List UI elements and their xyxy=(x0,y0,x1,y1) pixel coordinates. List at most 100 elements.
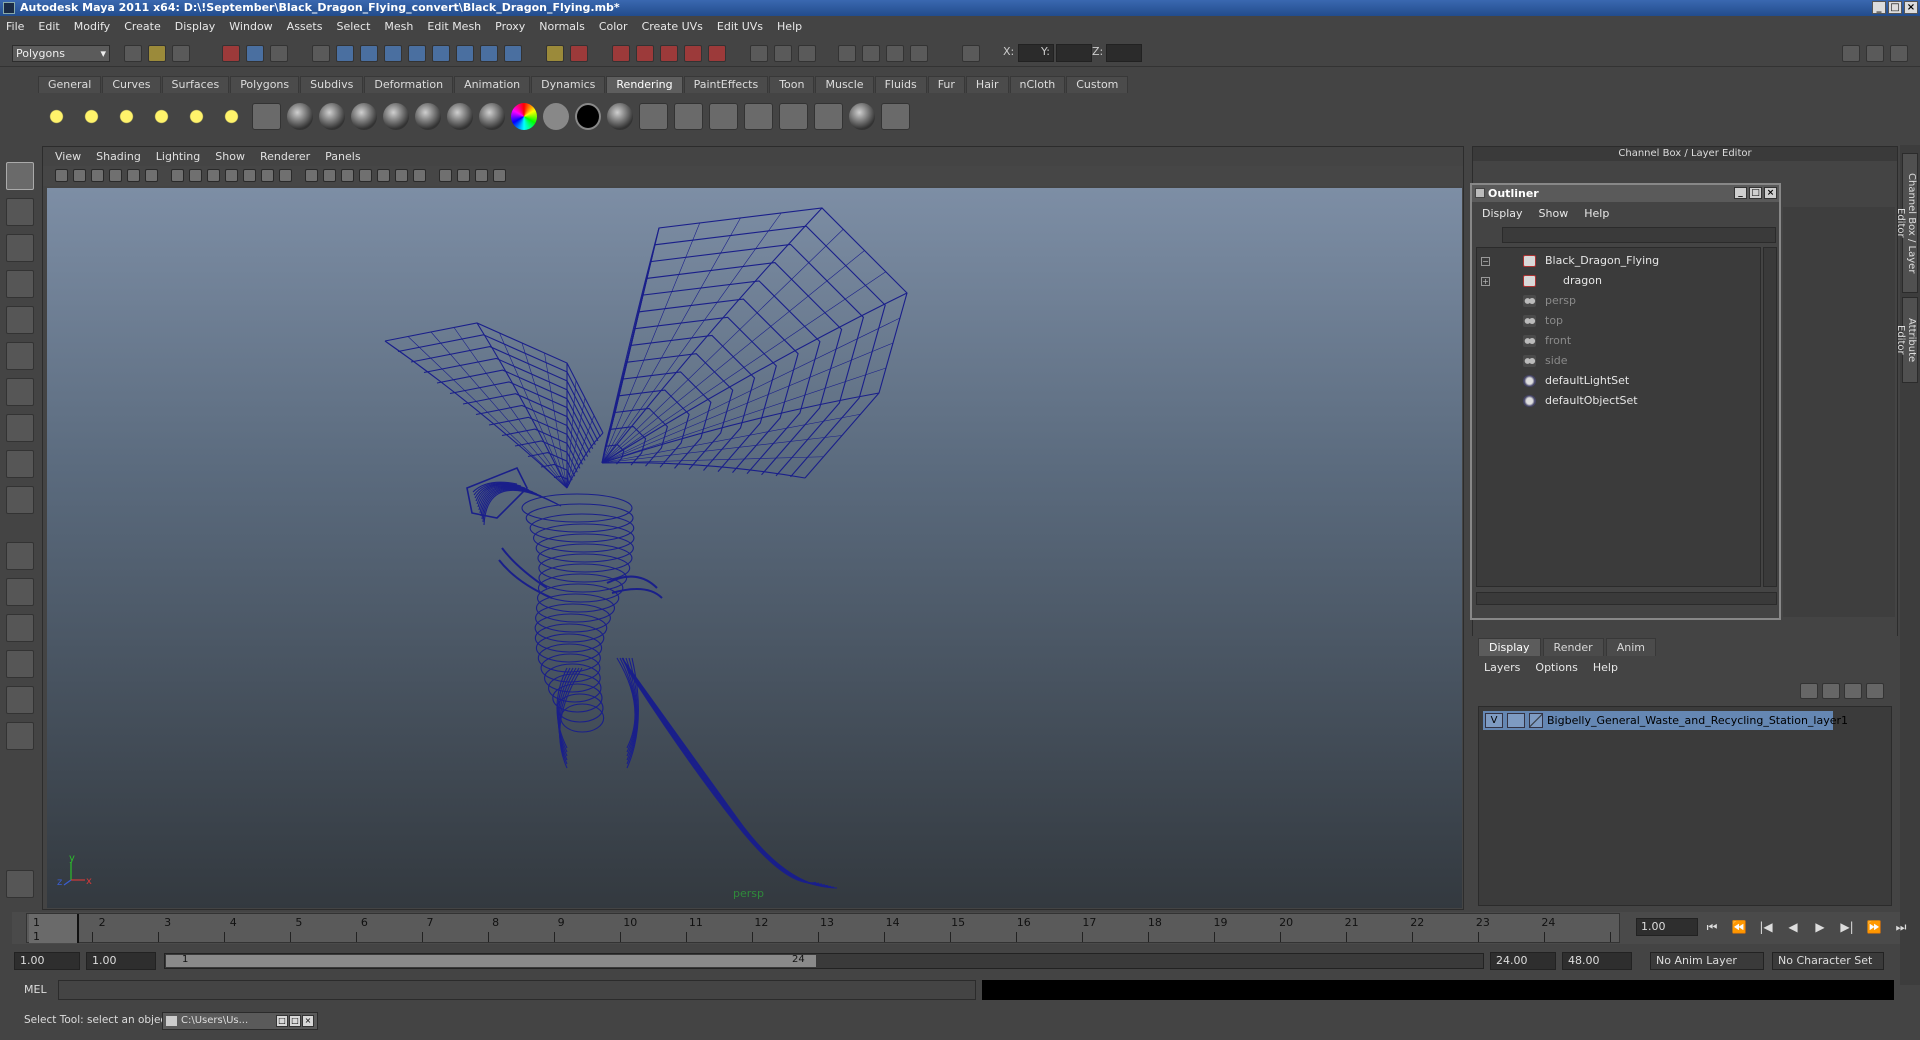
outliner-filter-input[interactable] xyxy=(1502,227,1776,243)
menu-assets[interactable]: Assets xyxy=(287,20,323,33)
range-slider-thumb[interactable]: 1 24 xyxy=(166,954,816,967)
persp-graph-layout-icon[interactable] xyxy=(6,650,34,678)
menu-modify[interactable]: Modify xyxy=(74,20,110,33)
select-joints-icon[interactable] xyxy=(360,45,378,62)
single-perspective-layout-icon[interactable] xyxy=(6,542,34,570)
panel-menu-show[interactable]: Show xyxy=(215,150,245,163)
menu-edit[interactable]: Edit xyxy=(38,20,59,33)
outliner-menu-show[interactable]: Show xyxy=(1539,207,1569,220)
move-tool-icon[interactable] xyxy=(6,270,34,298)
high-quality-icon[interactable] xyxy=(413,169,426,182)
two-d-pan-zoom-icon[interactable] xyxy=(127,169,140,182)
select-deformations-icon[interactable] xyxy=(432,45,450,62)
anisotropic-material-icon[interactable] xyxy=(287,103,313,130)
render-view-icon[interactable] xyxy=(639,103,668,130)
hypershade-layout-icon[interactable] xyxy=(6,686,34,714)
move-layer-down-icon[interactable] xyxy=(1822,683,1840,699)
rotate-tool-icon[interactable] xyxy=(6,306,34,334)
select-object-icon[interactable] xyxy=(246,45,264,62)
wireframe-on-shaded-icon[interactable] xyxy=(341,169,354,182)
select-curves-icon[interactable] xyxy=(384,45,402,62)
film-gate-icon[interactable] xyxy=(189,169,202,182)
command-language-label[interactable]: MEL xyxy=(24,983,47,996)
shelf-tab-polygons[interactable]: Polygons xyxy=(230,76,300,93)
outliner-minimize-button[interactable]: _ xyxy=(1734,187,1747,199)
create-empty-layer-icon[interactable] xyxy=(1844,683,1862,699)
step-back-frame-button[interactable]: |◀ xyxy=(1756,918,1776,936)
layer-tab-render[interactable]: Render xyxy=(1542,638,1604,656)
phong-material-icon[interactable] xyxy=(415,103,441,130)
minimized-task-window[interactable]: C:\Users\Us... □ □ × xyxy=(162,1012,318,1030)
menu-create-uvs[interactable]: Create UVs xyxy=(642,20,703,33)
play-forwards-button[interactable]: ▶ xyxy=(1810,918,1830,936)
make-live-icon[interactable] xyxy=(708,45,726,62)
outliner-item[interactable]: + dragon xyxy=(1477,272,1760,290)
select-camera-icon[interactable] xyxy=(55,169,68,182)
hypershade-shelf-icon[interactable] xyxy=(252,103,281,130)
layer-color-swatch[interactable] xyxy=(1529,713,1543,728)
outliner-maximize-button[interactable]: □ xyxy=(1749,187,1762,199)
select-rendering-icon[interactable] xyxy=(480,45,498,62)
select-component-icon[interactable] xyxy=(270,45,288,62)
outliner-menu-display[interactable]: Display xyxy=(1482,207,1523,220)
area-light-icon[interactable] xyxy=(182,103,211,130)
close-button[interactable]: × xyxy=(1904,1,1918,14)
volume-light-icon[interactable] xyxy=(217,103,246,130)
ocean-shader-icon[interactable] xyxy=(607,103,633,130)
shelf-tab-painteffects[interactable]: PaintEffects xyxy=(683,76,769,93)
shelf-tab-surfaces[interactable]: Surfaces xyxy=(161,76,230,93)
layered-material-icon[interactable] xyxy=(383,103,409,130)
safe-action-icon[interactable] xyxy=(261,169,274,182)
image-plane-icon[interactable] xyxy=(109,169,122,182)
maximize-button[interactable]: □ xyxy=(1888,1,1902,14)
toggle-tool-settings-icon[interactable] xyxy=(1866,45,1884,62)
toggle-channel-box-icon[interactable] xyxy=(1890,45,1908,62)
lambert-material-icon[interactable] xyxy=(351,103,377,130)
ambient-light-icon[interactable] xyxy=(42,103,71,130)
menu-create[interactable]: Create xyxy=(124,20,161,33)
panel-menu-shading[interactable]: Shading xyxy=(96,150,141,163)
resolution-gate-icon[interactable] xyxy=(207,169,220,182)
grid-toggle-icon[interactable] xyxy=(171,169,184,182)
playback-start-field[interactable]: 1.00 xyxy=(86,952,156,970)
shelf-tab-deformation[interactable]: Deformation xyxy=(364,76,454,93)
shelf-tab-fur[interactable]: Fur xyxy=(927,76,965,93)
anim-layer-dropdown[interactable]: No Anim Layer xyxy=(1650,952,1764,970)
shelf-tab-hair[interactable]: Hair xyxy=(965,76,1009,93)
paint-select-tool-icon[interactable] xyxy=(6,234,34,262)
shelf-tab-fluids[interactable]: Fluids xyxy=(874,76,927,93)
xray-joints-icon[interactable] xyxy=(475,169,488,182)
blinn-material-icon[interactable] xyxy=(319,103,345,130)
lasso-tool-icon[interactable] xyxy=(6,198,34,226)
menu-set-dropdown[interactable]: Polygons xyxy=(12,45,110,62)
dragon-wireframe-model[interactable] xyxy=(47,188,1462,908)
layer-menu-options[interactable]: Options xyxy=(1535,661,1577,674)
menu-select[interactable]: Select xyxy=(336,20,370,33)
transform-field-mode-icon[interactable] xyxy=(962,45,980,62)
menu-display[interactable]: Display xyxy=(175,20,216,33)
go-to-end-button[interactable]: ⏭ xyxy=(1891,918,1911,936)
phonge-material-icon[interactable] xyxy=(447,103,473,130)
highlight-selection-icon[interactable] xyxy=(570,45,588,62)
new-scene-icon[interactable] xyxy=(124,45,142,62)
collapse-icon[interactable]: − xyxy=(1481,257,1490,266)
bookmarks-icon[interactable] xyxy=(91,169,104,182)
select-tool-icon[interactable] xyxy=(6,162,34,190)
outliner-vertical-scrollbar[interactable] xyxy=(1763,247,1777,587)
use-background-icon[interactable] xyxy=(575,103,601,130)
safe-title-icon[interactable] xyxy=(279,169,292,182)
soft-select-icon[interactable] xyxy=(6,870,34,898)
select-hierarchy-icon[interactable] xyxy=(222,45,240,62)
play-backwards-button[interactable]: ◀ xyxy=(1783,918,1803,936)
outliner-horizontal-scrollbar[interactable] xyxy=(1476,592,1777,605)
select-handles-icon[interactable] xyxy=(336,45,354,62)
ramp-material-icon[interactable] xyxy=(479,103,505,130)
select-dynamics-icon[interactable] xyxy=(456,45,474,62)
shelf-tab-general[interactable]: General xyxy=(38,76,102,93)
layer-menu-help[interactable]: Help xyxy=(1593,661,1618,674)
shelf-tab-subdivs[interactable]: Subdivs xyxy=(300,76,364,93)
render-settings-icon[interactable] xyxy=(886,45,904,62)
panel-menu-renderer[interactable]: Renderer xyxy=(260,150,310,163)
move-layer-up-icon[interactable] xyxy=(1800,683,1818,699)
show-manipulator-icon[interactable] xyxy=(6,450,34,478)
